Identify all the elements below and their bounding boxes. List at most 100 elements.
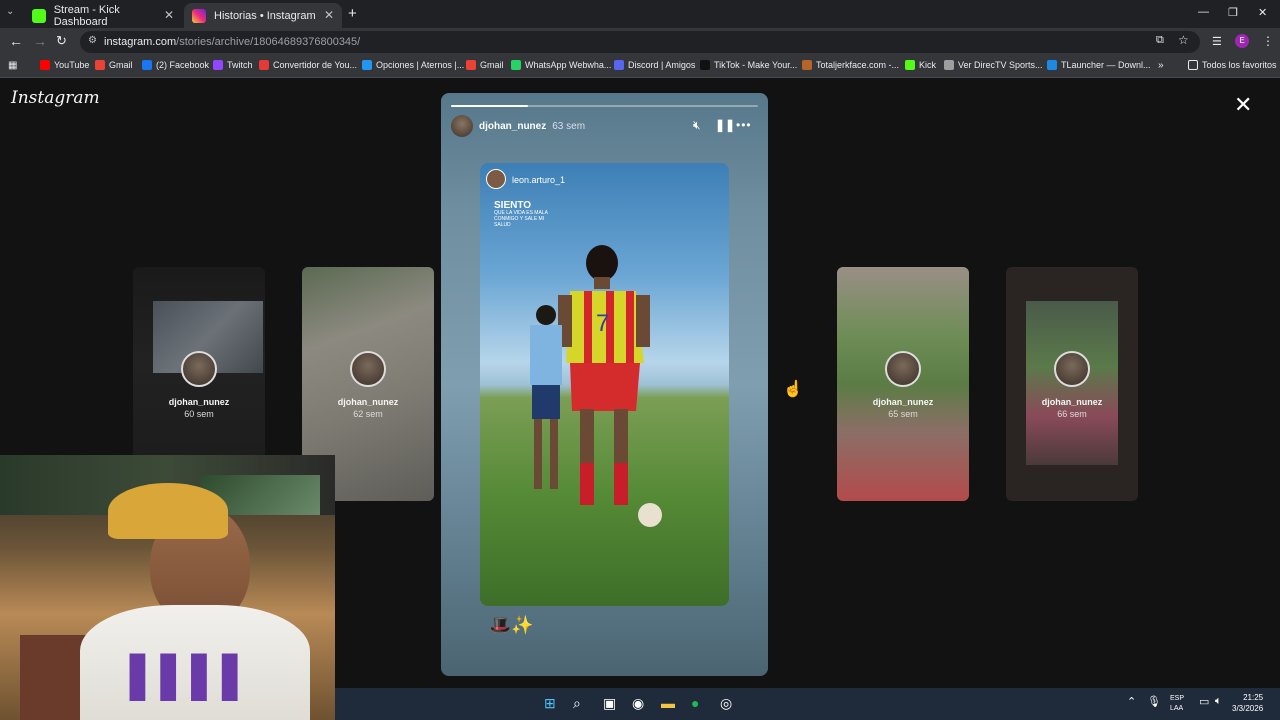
bookmark-item[interactable]: Totaljerkface.com -...	[802, 60, 899, 70]
kick-icon	[32, 8, 46, 23]
story-viewer[interactable]: djohan_nunez 63 sem 🔇︎ ❚❚ ••• leon.artur…	[441, 93, 768, 676]
site-info-icon[interactable]: ⚙	[88, 35, 97, 46]
address-bar[interactable]: ⚙ instagram.com/stories/archive/18064689…	[80, 31, 1200, 53]
install-app-icon[interactable]: ⧉	[1156, 34, 1164, 47]
spotify-icon[interactable]: ●	[691, 695, 699, 711]
bookmark-item[interactable]: Ver DirecTV Sports...	[944, 60, 1043, 70]
all-favorites-folder[interactable]: Todos los favoritos	[1188, 60, 1277, 70]
bookmark-item[interactable]: Gmail	[466, 60, 504, 70]
close-tab-icon[interactable]: ✕	[324, 8, 334, 22]
taskview-icon[interactable]: ▣	[603, 695, 616, 712]
system-clock[interactable]: 21:25 3/3/2026	[1232, 692, 1263, 714]
bookmark-favicon-icon	[40, 60, 50, 70]
bookmark-item[interactable]: Opciones | Aternos |...	[362, 60, 464, 70]
close-viewer-icon[interactable]: ✕	[1234, 92, 1252, 118]
story-preview-card[interactable]: djohan_nunez 66 sem	[1006, 267, 1138, 501]
more-options-icon[interactable]: •••	[736, 118, 752, 132]
forward-icon[interactable]: →	[33, 33, 47, 49]
windows-taskbar: ⊞ ⌕ ▣ ◉ ▬ ● ◎ ⌃ 🎙︎ ▭ 🔈︎	[335, 688, 1280, 720]
bookmark-label: (2) Facebook	[156, 60, 210, 70]
mute-icon[interactable]: 🔇︎	[693, 118, 701, 133]
avatar	[181, 351, 217, 387]
close-tab-icon[interactable]: ✕	[164, 8, 174, 22]
tab-search-icon[interactable]: ⌄	[6, 6, 14, 17]
tray-chevron-icon[interactable]: ⌃	[1127, 695, 1136, 708]
avatar	[1054, 351, 1090, 387]
webcam-shirt-print: ▌▌▌▌	[130, 655, 254, 701]
bookmark-favicon-icon	[95, 60, 105, 70]
more-bookmarks-icon[interactable]: »	[1158, 60, 1164, 71]
volume-icon[interactable]: 🔈︎	[1215, 695, 1222, 708]
bookmark-item[interactable]: TLauncher — Downl...	[1047, 60, 1151, 70]
bookmark-label: Gmail	[480, 60, 504, 70]
bookmark-favicon-icon	[259, 60, 269, 70]
profile-avatar[interactable]: E	[1235, 34, 1249, 48]
tab-label: Stream - Kick Dashboard	[53, 3, 120, 28]
webcam-overlay: ▌▌▌▌	[0, 455, 335, 720]
new-tab-button[interactable]: +	[348, 5, 357, 22]
bookmark-label: Gmail	[109, 60, 133, 70]
back-icon[interactable]: ←	[9, 33, 23, 49]
language-indicator[interactable]: ESP LAA	[1170, 694, 1184, 714]
apps-grid-icon[interactable]: ▦	[8, 60, 17, 71]
close-window-icon[interactable]: ✕	[1258, 6, 1267, 19]
reshared-username[interactable]: leon.arturo_1	[512, 175, 565, 185]
bookmark-item[interactable]: (2) Facebook	[142, 60, 209, 70]
reload-icon[interactable]: ↻	[56, 33, 67, 49]
bookmark-favicon-icon	[802, 60, 812, 70]
bookmark-label: TLauncher — Downl...	[1061, 60, 1151, 70]
reading-list-icon[interactable]: ☰	[1212, 35, 1222, 48]
bookmark-favicon-icon	[905, 60, 915, 70]
mouse-cursor-icon: ☝	[783, 381, 803, 398]
bookmark-item[interactable]: Discord | Amigos	[614, 60, 695, 70]
all-favorites-label: Todos los favoritos	[1202, 60, 1277, 70]
start-icon[interactable]: ⊞	[544, 695, 556, 712]
bookmark-label: Discord | Amigos	[628, 60, 696, 70]
file-explorer-icon[interactable]: ▬	[661, 695, 675, 711]
story-avatar[interactable]	[451, 115, 473, 137]
bookmark-favicon-icon	[466, 60, 476, 70]
bookmark-label: Ver DirecTV Sports...	[958, 60, 1043, 70]
story-time: 63 sem	[552, 120, 586, 132]
network-icon[interactable]: ▭	[1199, 695, 1209, 708]
instagram-logo[interactable]: Instagram	[11, 88, 100, 108]
bookmark-item[interactable]: Kick	[905, 60, 936, 70]
bookmark-label: Totaljerkface.com -...	[816, 60, 900, 70]
search-icon[interactable]: ⌕	[573, 695, 581, 712]
bookmark-favicon-icon	[362, 60, 372, 70]
bookmark-label: Twitch	[227, 60, 253, 70]
story-time: 62 sem	[353, 409, 383, 419]
story-preview-card[interactable]: djohan_nunez 65 sem	[837, 267, 969, 501]
bookmark-item[interactable]: YouTube	[40, 60, 89, 70]
bookmark-star-icon[interactable]: ☆	[1178, 33, 1189, 47]
pause-icon[interactable]: ❚❚	[715, 118, 735, 132]
story-progress-fill	[451, 105, 528, 107]
story-username[interactable]: djohan_nunez	[479, 121, 546, 132]
story-username: djohan_nunez	[168, 397, 230, 407]
tab-instagram[interactable]: Historias • Instagram ✕	[184, 3, 342, 28]
bookmark-label: Kick	[919, 60, 937, 70]
browser-tab-bar: ⌄ Stream - Kick Dashboard ✕ Historias • …	[0, 0, 1280, 28]
bookmark-item[interactable]: Twitch	[213, 60, 253, 70]
bookmark-item[interactable]: Convertidor de You...	[259, 60, 357, 70]
microphone-icon[interactable]: 🎙︎	[1147, 695, 1161, 708]
url-host: instagram.com	[104, 36, 177, 48]
chrome-icon[interactable]: ◉	[632, 695, 644, 712]
story-header: djohan_nunez 63 sem	[451, 115, 758, 137]
bookmark-favicon-icon	[142, 60, 152, 70]
maximize-icon[interactable]: ❐	[1228, 6, 1238, 19]
bookmark-item[interactable]: WhatsApp Webwha...	[511, 60, 611, 70]
minimize-icon[interactable]: —	[1198, 6, 1209, 18]
bookmark-item[interactable]: TikTok - Make Your...	[700, 60, 797, 70]
bookmark-item[interactable]: Gmail	[95, 60, 133, 70]
bookmark-label: Convertidor de You...	[273, 60, 358, 70]
bookmark-favicon-icon	[511, 60, 521, 70]
tab-kick-dashboard[interactable]: Stream - Kick Dashboard ✕	[24, 3, 182, 28]
obs-icon[interactable]: ◎	[720, 695, 732, 712]
bookmark-favicon-icon	[944, 60, 954, 70]
bookmark-favicon-icon	[700, 60, 710, 70]
menu-icon[interactable]: ⋮	[1262, 34, 1274, 48]
bookmark-favicon-icon	[213, 60, 223, 70]
overlay-text-small: QUE LA VIDA ES MALA CONMIGO Y SALE MI SA…	[494, 210, 548, 228]
avatar	[885, 351, 921, 387]
